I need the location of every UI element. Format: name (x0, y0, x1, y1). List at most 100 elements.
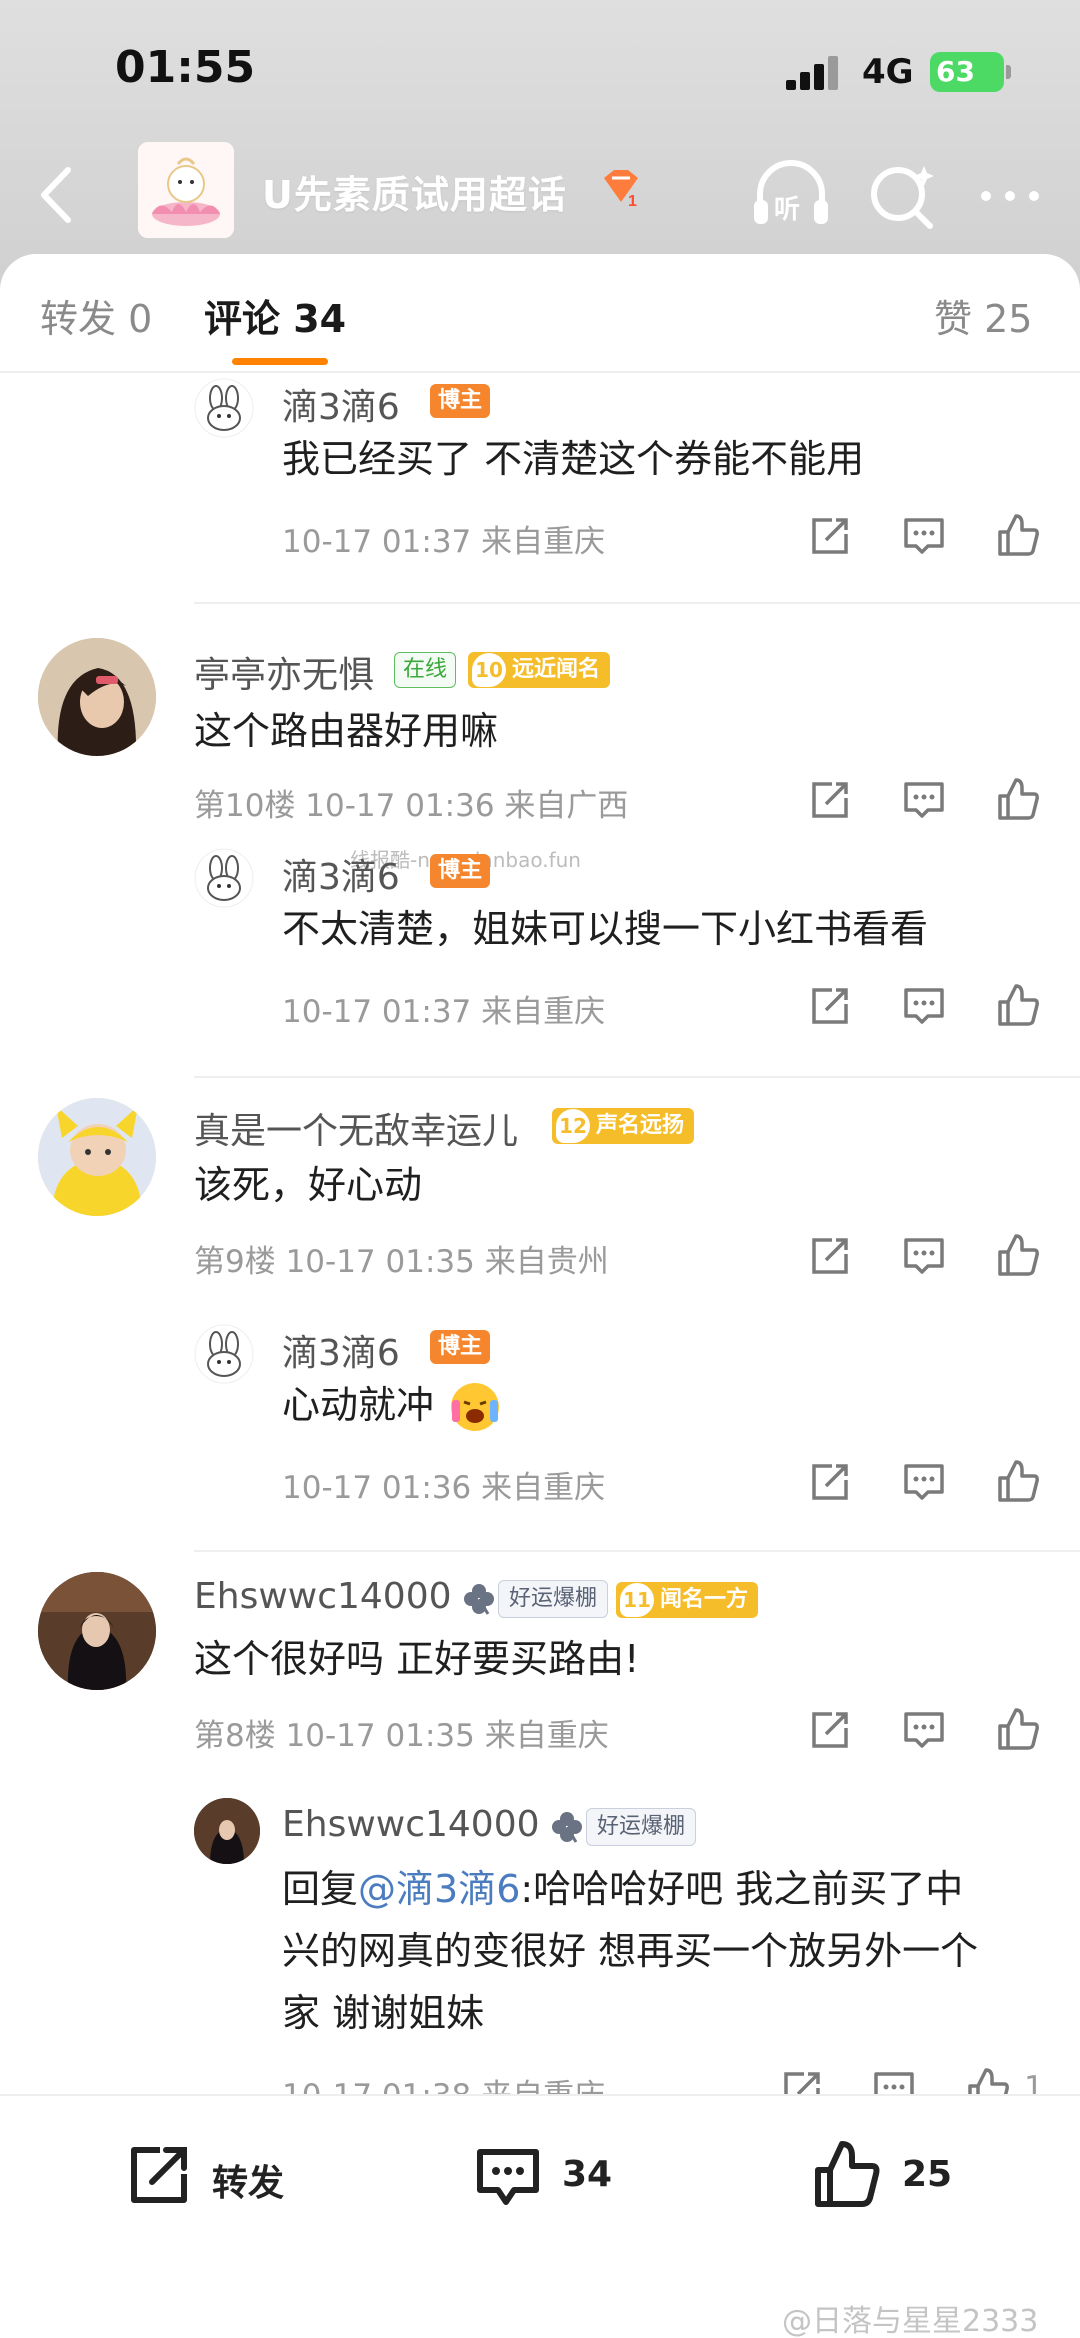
repost-icon[interactable] (804, 1704, 856, 1756)
comment-meta: 第10楼 10-17 01:36 来自广西 (194, 788, 629, 824)
like-icon[interactable] (992, 774, 1044, 826)
avatar[interactable] (38, 1098, 156, 1216)
avatar[interactable] (194, 1798, 260, 1864)
svg-text:1: 1 (628, 193, 637, 210)
avatar[interactable] (194, 378, 254, 438)
comment-text: 该死，好心动 (194, 1163, 423, 1207)
repost-icon[interactable] (804, 1456, 856, 1508)
network-type: 4G (862, 52, 914, 92)
repost-icon (131, 2147, 187, 2203)
comment-text: 我已经买了 不清楚这个券能不能用 (282, 437, 865, 481)
tab-comments[interactable]: 评论 34 (204, 288, 346, 343)
comment-text: 兴的网真的变很好 想再买一个放另外一个 (282, 1929, 979, 1973)
fan-level-number: 10 (472, 653, 506, 687)
weibo-watermark: @日落与星星2333 (782, 2304, 1039, 2338)
signal-icon (786, 56, 846, 90)
comment-text: 心动就冲 (282, 1383, 435, 1427)
avatar[interactable] (194, 1324, 254, 1384)
host-badge: 博主 (430, 854, 491, 888)
status-time: 01:55 (115, 42, 256, 93)
repost-icon[interactable] (776, 2064, 828, 2094)
repost-button[interactable]: 转发 (120, 2134, 320, 2224)
like-icon[interactable] (992, 1456, 1044, 1508)
like-icon[interactable] (962, 2064, 1014, 2094)
repost-icon[interactable] (804, 510, 856, 562)
comment-meta: 第9楼 10-17 01:35 来自贵州 (194, 1244, 609, 1280)
reply-icon[interactable] (898, 510, 950, 562)
comment-text: 这个路由器好用嘛 (194, 709, 499, 753)
like-button[interactable]: 25 (810, 2134, 1010, 2224)
repost-icon[interactable] (804, 1230, 856, 1282)
tab-bar: 转发 0 评论 34 赞 25 (0, 254, 1080, 374)
fan-level-badge: 11 闻名一方 (616, 1582, 759, 1618)
like-icon[interactable] (992, 510, 1044, 562)
comment-icon (477, 2149, 539, 2205)
username[interactable]: 滴3滴6 (282, 378, 400, 430)
comment-meta: 10-17 01:38 来自重庆 (282, 2070, 605, 2094)
fan-level-title: 远近闻名 (512, 657, 601, 682)
avatar[interactable] (38, 638, 156, 756)
clover-icon (550, 1810, 584, 1844)
fan-level-badge: 12 声名远扬 (552, 1108, 695, 1144)
comment-text: 家 谢谢姐妹 (282, 1991, 485, 2035)
divider (194, 1076, 1080, 1078)
online-badge: 在线 (394, 652, 457, 688)
reply-icon[interactable] (898, 980, 950, 1032)
tab-likes[interactable]: 赞 25 (934, 288, 1032, 343)
page-title: U先素质试用超话 (262, 173, 567, 217)
divider (0, 371, 1080, 373)
luck-badge: 好运爆棚 (586, 1808, 697, 1846)
search-icon[interactable] (856, 150, 946, 240)
username[interactable]: 亭亭亦无惧 (194, 646, 374, 698)
tab-repost[interactable]: 转发 0 (40, 288, 152, 343)
clover-icon (462, 1582, 496, 1616)
username[interactable]: Ehswwc14000 (194, 1576, 452, 1617)
fan-level-title: 闻名一方 (660, 1587, 749, 1612)
fan-level-number: 11 (620, 1583, 654, 1617)
fan-level-title: 声名远扬 (596, 1113, 685, 1138)
like-icon[interactable] (992, 1230, 1044, 1282)
fan-level-number: 12 (556, 1109, 590, 1143)
super-topic-badge-icon: 1 (598, 164, 644, 210)
reply-icon[interactable] (898, 774, 950, 826)
reply-icon[interactable] (868, 2064, 920, 2094)
repost-icon[interactable] (804, 980, 856, 1032)
like-count: 1 (1024, 2070, 1044, 2094)
more-icon[interactable] (966, 150, 1056, 240)
comment-text: :哈哈哈好吧 我之前买了中 (520, 1867, 964, 1911)
comment-sheet: 转发 0 评论 34 赞 25 滴3滴6 博主 我已经买了 不清楚这个券能不能用… (0, 254, 1080, 2094)
comment-text: 不太清楚，姐妹可以搜一下小红书看看 (282, 907, 929, 951)
username[interactable]: 滴3滴6 (282, 848, 400, 900)
reply-icon[interactable] (898, 1704, 950, 1756)
repost-icon[interactable] (804, 774, 856, 826)
comment-meta: 10-17 01:37 来自重庆 (282, 524, 606, 560)
like-count: 25 (902, 2154, 953, 2195)
comment-list: 滴3滴6 博主 我已经买了 不清楚这个券能不能用 10-17 01:37 来自重… (0, 374, 1080, 2094)
like-icon[interactable] (992, 980, 1044, 1032)
avatar[interactable] (194, 848, 254, 908)
luck-badge: 好运爆棚 (498, 1580, 609, 1618)
fan-level-badge: 10 远近闻名 (468, 652, 611, 688)
reply-icon[interactable] (898, 1230, 950, 1282)
avatar[interactable] (38, 1572, 156, 1690)
emoji-icon (448, 1380, 502, 1434)
comment-count: 34 (562, 2154, 613, 2195)
host-badge: 博主 (430, 384, 491, 418)
svg-text:听: 听 (774, 195, 800, 225)
battery-indicator: 63 (930, 52, 1011, 92)
comment-text: 这个很好吗 正好要买路由! (194, 1637, 640, 1681)
reply-icon[interactable] (898, 1456, 950, 1508)
comment-button[interactable]: 34 (470, 2134, 670, 2224)
listen-icon[interactable]: 听 (746, 150, 836, 240)
group-avatar[interactable] (138, 142, 234, 238)
comment-text-line: 回复@滴3滴6:哈哈哈好吧 我之前买了中 (282, 1858, 963, 1920)
back-icon[interactable] (30, 160, 90, 230)
header-area: 01:55 4G 63 U先素质试用超话 1 听 (0, 0, 1080, 290)
like-icon (815, 2141, 880, 2207)
username[interactable]: Ehswwc14000 (282, 1804, 540, 1845)
nav-bar: U先素质试用超话 1 听 (0, 140, 1080, 250)
username[interactable]: 真是一个无敌幸运儿 (194, 1102, 518, 1154)
like-icon[interactable] (992, 1704, 1044, 1756)
username[interactable]: 滴3滴6 (282, 1324, 400, 1376)
mention-link[interactable]: @滴3滴6 (358, 1867, 520, 1911)
